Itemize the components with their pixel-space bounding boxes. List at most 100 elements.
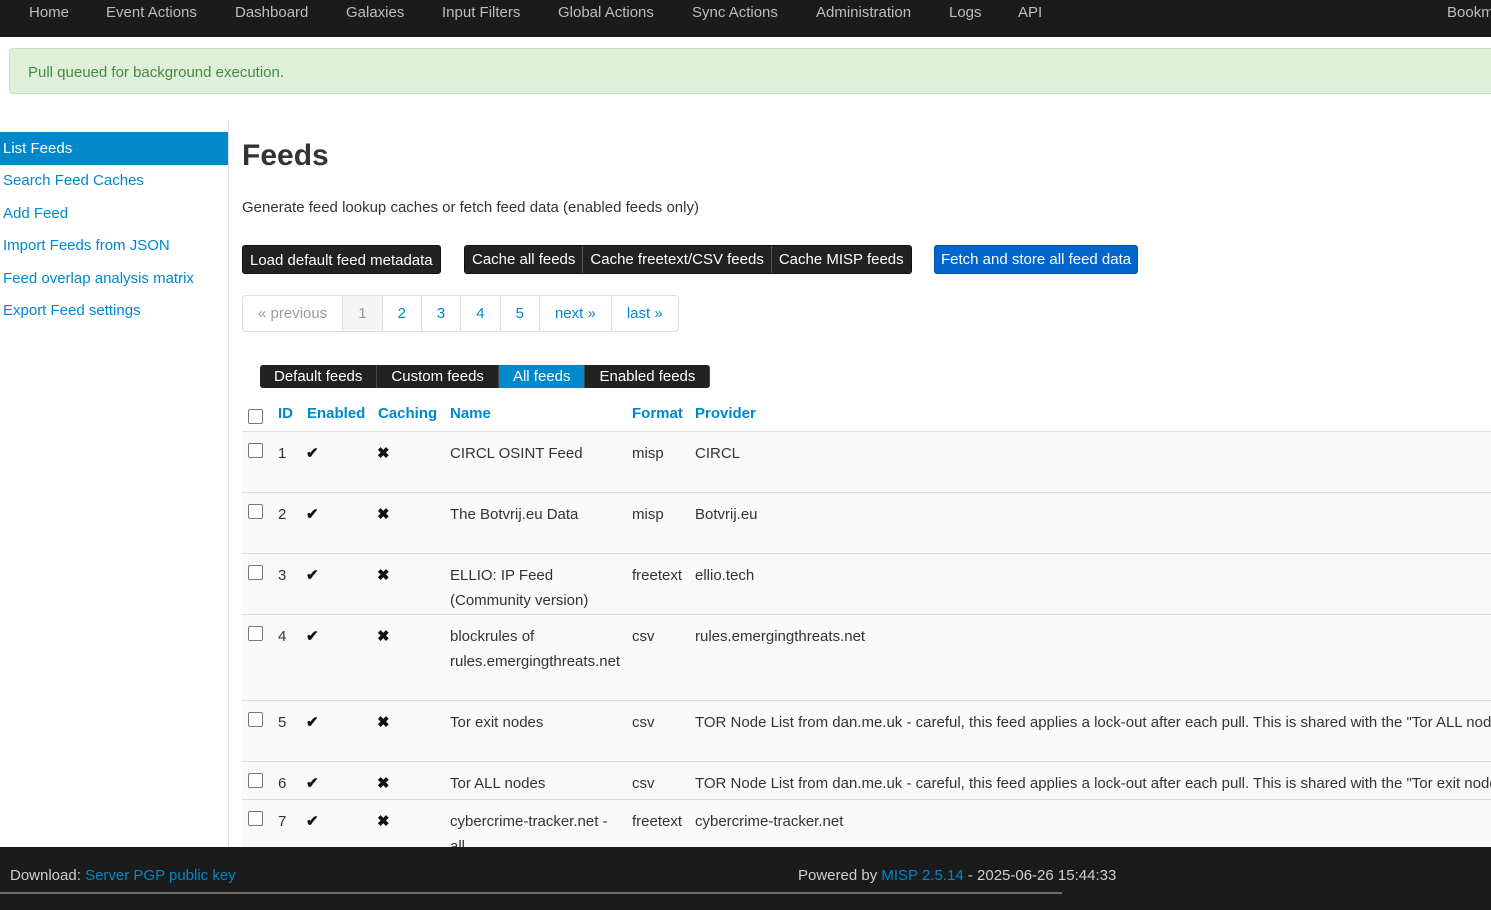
feed-id: 2: [278, 506, 287, 523]
table-row: 5 ✔ ✖ Tor exit nodes csv TOR Node List f…: [242, 701, 1491, 762]
cache-freetext-csv-button[interactable]: Cache freetext/CSV feeds: [583, 246, 772, 273]
table-row: 3 ✔ ✖ ELLIO: IP Feed (Community version)…: [242, 554, 1491, 615]
row-checkbox[interactable]: [248, 565, 263, 580]
cross-icon: ✖: [377, 813, 390, 830]
nav-galaxies[interactable]: Galaxies: [346, 4, 404, 21]
nav-input-filters[interactable]: Input Filters: [442, 4, 520, 21]
feed-id: 1: [278, 445, 287, 462]
nav-event-actions[interactable]: Event Actions: [106, 4, 197, 21]
feed-provider: TOR Node List from dan.me.uk - careful, …: [695, 714, 1491, 731]
nav-administration[interactable]: Administration: [816, 4, 911, 21]
filter-custom-feeds[interactable]: Custom feeds: [377, 365, 499, 388]
select-all-checkbox[interactable]: [248, 409, 263, 424]
header-provider[interactable]: Provider: [695, 405, 756, 422]
sidebar-item-list-feeds[interactable]: List Feeds: [0, 132, 228, 165]
sidebar-item-overlap-matrix[interactable]: Feed overlap analysis matrix: [0, 263, 228, 296]
pagination-page-2[interactable]: 2: [383, 296, 422, 331]
flash-message: Pull queued for background execution.: [9, 48, 1491, 94]
check-icon: ✔: [306, 445, 319, 462]
filter-all-feeds[interactable]: All feeds: [498, 365, 586, 388]
top-navbar: Home Event Actions Dashboard Galaxies In…: [0, 0, 1491, 37]
feed-format: freetext: [632, 567, 683, 584]
flash-text: Pull queued for background execution.: [28, 64, 285, 81]
pagination-previous: « previous: [243, 296, 344, 331]
header-id[interactable]: ID: [278, 405, 293, 422]
cache-misp-feeds-button[interactable]: Cache MISP feeds: [771, 246, 911, 273]
misp-version-link[interactable]: MISP 2.5.14: [881, 867, 963, 884]
feed-provider: CIRCL: [695, 445, 741, 462]
feed-provider: TOR Node List from dan.me.uk - careful, …: [695, 775, 1491, 792]
check-icon: ✔: [306, 567, 319, 584]
filter-default-feeds[interactable]: Default feeds: [260, 365, 378, 388]
nav-api[interactable]: API: [1018, 4, 1042, 21]
nav-global-actions[interactable]: Global Actions: [558, 4, 654, 21]
footer-download: Download: Server PGP public key: [10, 867, 236, 884]
table-row: 6 ✔ ✖ Tor ALL nodes csv TOR Node List fr…: [242, 762, 1491, 800]
sidebar-divider: [228, 120, 229, 847]
row-checkbox[interactable]: [248, 443, 263, 458]
sidebar-item-export-settings[interactable]: Export Feed settings: [0, 295, 228, 328]
row-checkbox[interactable]: [248, 626, 263, 641]
nav-logs[interactable]: Logs: [949, 4, 982, 21]
feed-id: 4: [278, 628, 287, 645]
sidebar-item-search-feed-caches[interactable]: Search Feed Caches: [0, 165, 228, 198]
feed-name: CIRCL OSINT Feed: [450, 445, 583, 462]
nav-bookmarks[interactable]: Bookm: [1447, 4, 1491, 21]
pgp-key-link[interactable]: Server PGP public key: [85, 867, 236, 884]
check-icon: ✔: [306, 714, 319, 731]
pagination-last[interactable]: last »: [612, 296, 678, 331]
pagination-next[interactable]: next »: [540, 296, 612, 331]
feed-format: csv: [632, 714, 655, 731]
load-default-feed-metadata-button[interactable]: Load default feed metadata: [242, 245, 441, 274]
feeds-table: ID Enabled Caching Name Format Provider …: [242, 400, 1491, 861]
feed-provider: cybercrime-tracker.net: [695, 813, 844, 830]
feed-format: csv: [632, 628, 655, 645]
feed-format: freetext: [632, 813, 683, 830]
feed-name: blockrules of rules.emergingthreats.net: [450, 628, 621, 670]
feed-id: 6: [278, 775, 287, 792]
feed-name: Tor exit nodes: [450, 714, 544, 731]
row-checkbox[interactable]: [248, 811, 263, 826]
feed-provider: rules.emergingthreats.net: [695, 628, 866, 645]
horizontal-scrollbar[interactable]: [0, 892, 1062, 894]
sidebar-item-add-feed[interactable]: Add Feed: [0, 198, 228, 231]
check-icon: ✔: [306, 628, 319, 645]
cross-icon: ✖: [377, 628, 390, 645]
check-icon: ✔: [306, 506, 319, 523]
pagination-page-5[interactable]: 5: [501, 296, 540, 331]
feed-filter-group: Default feeds Custom feeds All feeds Ena…: [260, 365, 711, 388]
nav-home[interactable]: Home: [29, 4, 69, 21]
nav-sync-actions[interactable]: Sync Actions: [692, 4, 778, 21]
table-row: 4 ✔ ✖ blockrules of rules.emergingthreat…: [242, 615, 1491, 701]
feed-name: ELLIO: IP Feed (Community version): [450, 567, 589, 609]
header-caching[interactable]: Caching: [378, 405, 437, 422]
header-name[interactable]: Name: [450, 405, 491, 422]
page-description: Generate feed lookup caches or fetch fee…: [242, 199, 699, 216]
feed-id: 5: [278, 714, 287, 731]
pagination: « previous 1 2 3 4 5 next » last »: [242, 295, 679, 332]
feed-name: The Botvrij.eu Data: [450, 506, 579, 523]
pagination-page-4[interactable]: 4: [461, 296, 501, 331]
cross-icon: ✖: [377, 567, 390, 584]
feed-format: csv: [632, 775, 655, 792]
nav-dashboard[interactable]: Dashboard: [235, 4, 308, 21]
row-checkbox[interactable]: [248, 773, 263, 788]
pagination-page-3[interactable]: 3: [422, 296, 462, 331]
filter-enabled-feeds[interactable]: Enabled feeds: [585, 365, 711, 388]
powered-label: Powered by: [798, 867, 878, 884]
feed-id: 7: [278, 813, 287, 830]
feed-name: Tor ALL nodes: [450, 775, 546, 792]
feed-id: 3: [278, 567, 287, 584]
sidebar-item-import-feeds[interactable]: Import Feeds from JSON: [0, 230, 228, 263]
row-checkbox[interactable]: [248, 504, 263, 519]
footer-timestamp: - 2025-06-26 15:44:33: [967, 867, 1117, 884]
check-icon: ✔: [306, 775, 319, 792]
row-checkbox[interactable]: [248, 712, 263, 727]
cache-all-feeds-button[interactable]: Cache all feeds: [465, 246, 584, 273]
side-menu: List Feeds Search Feed Caches Add Feed I…: [0, 132, 228, 328]
header-enabled[interactable]: Enabled: [307, 405, 365, 422]
pagination-page-1: 1: [343, 296, 383, 331]
fetch-all-feed-data-button[interactable]: Fetch and store all feed data: [934, 245, 1139, 274]
table-row: 1 ✔ ✖ CIRCL OSINT Feed misp CIRCL: [242, 432, 1491, 493]
header-format[interactable]: Format: [632, 405, 683, 422]
